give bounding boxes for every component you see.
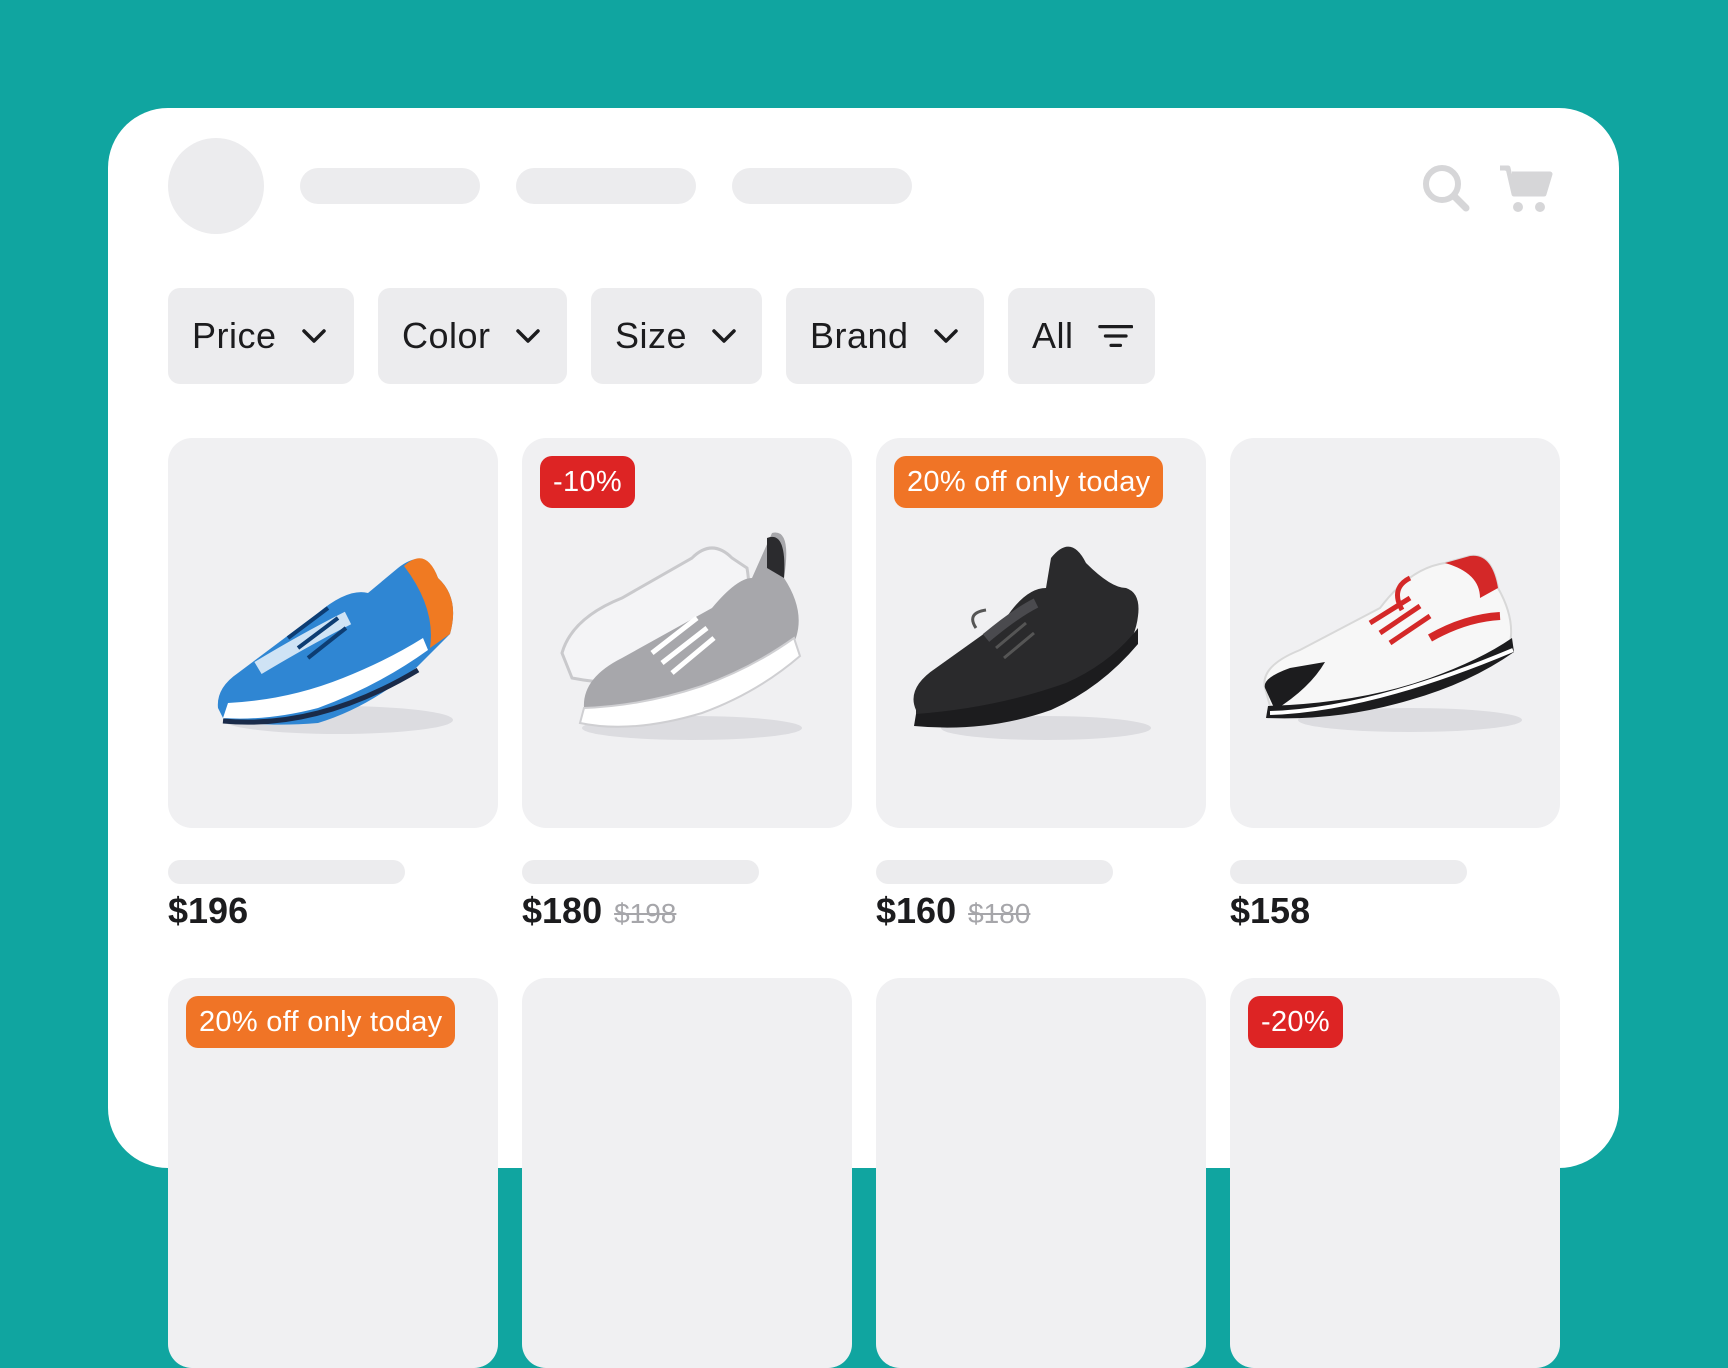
product-card-2[interactable]: -10% bbox=[522, 438, 852, 828]
filter-price[interactable]: Price bbox=[168, 288, 354, 384]
product-name-placeholder bbox=[1230, 860, 1467, 884]
price-row: $180 $198 bbox=[522, 890, 676, 932]
filter-bar: Price Color Size Brand All bbox=[168, 288, 1155, 384]
filter-label: Color bbox=[402, 315, 491, 356]
price: $180 bbox=[522, 890, 603, 931]
discount-badge: -20% bbox=[1248, 996, 1343, 1048]
old-price: $198 bbox=[614, 898, 677, 929]
price: $196 bbox=[168, 890, 249, 931]
product-image-blue-shoe bbox=[217, 558, 454, 734]
discount-badge: -10% bbox=[540, 456, 635, 508]
filter-label: Brand bbox=[810, 315, 909, 356]
logo-avatar[interactable] bbox=[168, 138, 264, 234]
filter-label: Size bbox=[615, 315, 688, 356]
product-card-7[interactable] bbox=[876, 978, 1206, 1368]
chevron-down-icon bbox=[515, 329, 540, 343]
price-row: $158 bbox=[1230, 890, 1310, 932]
filter-all[interactable]: All bbox=[1008, 288, 1155, 384]
cart-icon[interactable] bbox=[1498, 160, 1554, 216]
filter-label: Price bbox=[192, 315, 277, 356]
nav-link-placeholder-3[interactable] bbox=[732, 168, 912, 204]
product-card-8[interactable]: -20% bbox=[1230, 978, 1560, 1368]
price-row: $160 $180 bbox=[876, 890, 1030, 932]
filter-brand[interactable]: Brand bbox=[786, 288, 984, 384]
product-name-placeholder bbox=[522, 860, 759, 884]
filter-size[interactable]: Size bbox=[591, 288, 762, 384]
product-name-placeholder bbox=[876, 860, 1113, 884]
chevron-down-icon bbox=[712, 329, 736, 343]
filter-color[interactable]: Color bbox=[378, 288, 567, 384]
promo-badge: 20% off only today bbox=[894, 456, 1164, 508]
filter-label: All bbox=[1032, 315, 1074, 356]
old-price: $180 bbox=[968, 898, 1031, 929]
product-card-4[interactable] bbox=[1230, 438, 1560, 828]
promo-badge: 20% off only today bbox=[186, 996, 456, 1048]
filter-lines-icon bbox=[1097, 325, 1133, 347]
price: $158 bbox=[1230, 890, 1311, 931]
product-card-6[interactable] bbox=[522, 978, 852, 1368]
shop-window: Price Color Size Brand All -10% 20% off … bbox=[108, 108, 1619, 1368]
product-card-1[interactable] bbox=[168, 438, 498, 828]
product-card-5[interactable]: 20% off only today bbox=[168, 978, 498, 1368]
chevron-down-icon bbox=[301, 329, 326, 343]
nav-link-placeholder-1[interactable] bbox=[300, 168, 480, 204]
price: $160 bbox=[876, 890, 957, 931]
price-row: $196 bbox=[168, 890, 248, 932]
product-name-placeholder bbox=[168, 860, 405, 884]
chevron-down-icon bbox=[933, 329, 958, 343]
nav-link-placeholder-2[interactable] bbox=[516, 168, 696, 204]
product-image-red-shoe bbox=[1263, 554, 1522, 732]
search-icon[interactable] bbox=[1418, 160, 1474, 216]
product-card-3[interactable]: 20% off only today bbox=[876, 438, 1206, 828]
